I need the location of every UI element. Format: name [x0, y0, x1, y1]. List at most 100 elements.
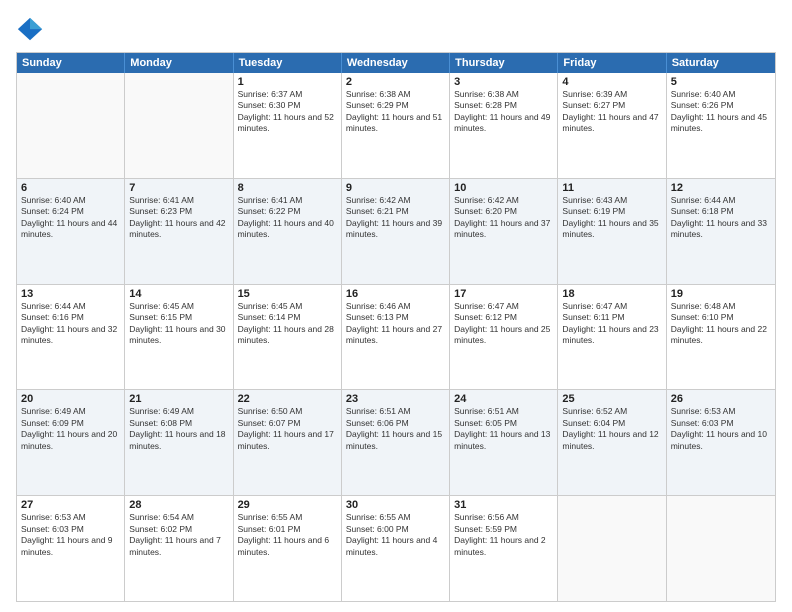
cal-cell: 20Sunrise: 6:49 AMSunset: 6:09 PMDayligh…: [17, 390, 125, 495]
cal-cell: 3Sunrise: 6:38 AMSunset: 6:28 PMDaylight…: [450, 73, 558, 178]
cal-cell: 25Sunrise: 6:52 AMSunset: 6:04 PMDayligh…: [558, 390, 666, 495]
cal-header-day: Monday: [125, 53, 233, 73]
cal-cell: [558, 496, 666, 601]
day-number: 8: [238, 182, 337, 194]
cell-detail: Sunrise: 6:45 AMSunset: 6:15 PMDaylight:…: [129, 301, 228, 347]
cell-detail: Sunrise: 6:42 AMSunset: 6:20 PMDaylight:…: [454, 195, 553, 241]
cell-detail: Sunrise: 6:52 AMSunset: 6:04 PMDaylight:…: [562, 406, 661, 452]
cal-cell: 22Sunrise: 6:50 AMSunset: 6:07 PMDayligh…: [234, 390, 342, 495]
cell-detail: Sunrise: 6:49 AMSunset: 6:08 PMDaylight:…: [129, 406, 228, 452]
day-number: 30: [346, 499, 445, 511]
cal-cell: 14Sunrise: 6:45 AMSunset: 6:15 PMDayligh…: [125, 285, 233, 390]
cal-row: 20Sunrise: 6:49 AMSunset: 6:09 PMDayligh…: [17, 389, 775, 495]
day-number: 17: [454, 288, 553, 300]
cal-cell: 15Sunrise: 6:45 AMSunset: 6:14 PMDayligh…: [234, 285, 342, 390]
cell-detail: Sunrise: 6:51 AMSunset: 6:06 PMDaylight:…: [346, 406, 445, 452]
day-number: 5: [671, 76, 771, 88]
cal-cell: [125, 73, 233, 178]
cell-detail: Sunrise: 6:55 AMSunset: 6:00 PMDaylight:…: [346, 512, 445, 558]
cell-detail: Sunrise: 6:38 AMSunset: 6:29 PMDaylight:…: [346, 89, 445, 135]
day-number: 24: [454, 393, 553, 405]
day-number: 4: [562, 76, 661, 88]
cal-cell: 31Sunrise: 6:56 AMSunset: 5:59 PMDayligh…: [450, 496, 558, 601]
cal-header-day: Friday: [558, 53, 666, 73]
page: SundayMondayTuesdayWednesdayThursdayFrid…: [0, 0, 792, 612]
cal-header-day: Thursday: [450, 53, 558, 73]
day-number: 31: [454, 499, 553, 511]
header: [16, 16, 776, 44]
cal-cell: 8Sunrise: 6:41 AMSunset: 6:22 PMDaylight…: [234, 179, 342, 284]
cal-cell: [667, 496, 775, 601]
cal-row: 27Sunrise: 6:53 AMSunset: 6:03 PMDayligh…: [17, 495, 775, 601]
day-number: 28: [129, 499, 228, 511]
cal-cell: 13Sunrise: 6:44 AMSunset: 6:16 PMDayligh…: [17, 285, 125, 390]
cell-detail: Sunrise: 6:53 AMSunset: 6:03 PMDaylight:…: [21, 512, 120, 558]
cell-detail: Sunrise: 6:38 AMSunset: 6:28 PMDaylight:…: [454, 89, 553, 135]
calendar: SundayMondayTuesdayWednesdayThursdayFrid…: [16, 52, 776, 602]
day-number: 13: [21, 288, 120, 300]
cal-cell: 23Sunrise: 6:51 AMSunset: 6:06 PMDayligh…: [342, 390, 450, 495]
cal-cell: 2Sunrise: 6:38 AMSunset: 6:29 PMDaylight…: [342, 73, 450, 178]
cal-cell: 1Sunrise: 6:37 AMSunset: 6:30 PMDaylight…: [234, 73, 342, 178]
cell-detail: Sunrise: 6:40 AMSunset: 6:26 PMDaylight:…: [671, 89, 771, 135]
cal-cell: 19Sunrise: 6:48 AMSunset: 6:10 PMDayligh…: [667, 285, 775, 390]
cal-cell: 17Sunrise: 6:47 AMSunset: 6:12 PMDayligh…: [450, 285, 558, 390]
cell-detail: Sunrise: 6:47 AMSunset: 6:12 PMDaylight:…: [454, 301, 553, 347]
cal-cell: 21Sunrise: 6:49 AMSunset: 6:08 PMDayligh…: [125, 390, 233, 495]
day-number: 25: [562, 393, 661, 405]
day-number: 10: [454, 182, 553, 194]
cell-detail: Sunrise: 6:41 AMSunset: 6:22 PMDaylight:…: [238, 195, 337, 241]
cal-cell: [17, 73, 125, 178]
cal-cell: 29Sunrise: 6:55 AMSunset: 6:01 PMDayligh…: [234, 496, 342, 601]
cell-detail: Sunrise: 6:42 AMSunset: 6:21 PMDaylight:…: [346, 195, 445, 241]
calendar-body: 1Sunrise: 6:37 AMSunset: 6:30 PMDaylight…: [17, 73, 775, 601]
day-number: 26: [671, 393, 771, 405]
cell-detail: Sunrise: 6:51 AMSunset: 6:05 PMDaylight:…: [454, 406, 553, 452]
cal-cell: 18Sunrise: 6:47 AMSunset: 6:11 PMDayligh…: [558, 285, 666, 390]
cell-detail: Sunrise: 6:40 AMSunset: 6:24 PMDaylight:…: [21, 195, 120, 241]
day-number: 1: [238, 76, 337, 88]
day-number: 22: [238, 393, 337, 405]
cell-detail: Sunrise: 6:41 AMSunset: 6:23 PMDaylight:…: [129, 195, 228, 241]
cal-row: 1Sunrise: 6:37 AMSunset: 6:30 PMDaylight…: [17, 73, 775, 178]
day-number: 14: [129, 288, 228, 300]
day-number: 18: [562, 288, 661, 300]
day-number: 23: [346, 393, 445, 405]
cal-cell: 30Sunrise: 6:55 AMSunset: 6:00 PMDayligh…: [342, 496, 450, 601]
cal-cell: 5Sunrise: 6:40 AMSunset: 6:26 PMDaylight…: [667, 73, 775, 178]
cell-detail: Sunrise: 6:55 AMSunset: 6:01 PMDaylight:…: [238, 512, 337, 558]
day-number: 29: [238, 499, 337, 511]
day-number: 12: [671, 182, 771, 194]
cal-header-day: Sunday: [17, 53, 125, 73]
logo: [16, 16, 48, 44]
day-number: 7: [129, 182, 228, 194]
cell-detail: Sunrise: 6:45 AMSunset: 6:14 PMDaylight:…: [238, 301, 337, 347]
cell-detail: Sunrise: 6:46 AMSunset: 6:13 PMDaylight:…: [346, 301, 445, 347]
cal-cell: 12Sunrise: 6:44 AMSunset: 6:18 PMDayligh…: [667, 179, 775, 284]
cell-detail: Sunrise: 6:43 AMSunset: 6:19 PMDaylight:…: [562, 195, 661, 241]
cell-detail: Sunrise: 6:37 AMSunset: 6:30 PMDaylight:…: [238, 89, 337, 135]
logo-icon: [16, 16, 44, 44]
cal-cell: 16Sunrise: 6:46 AMSunset: 6:13 PMDayligh…: [342, 285, 450, 390]
day-number: 2: [346, 76, 445, 88]
cal-cell: 11Sunrise: 6:43 AMSunset: 6:19 PMDayligh…: [558, 179, 666, 284]
cal-cell: 4Sunrise: 6:39 AMSunset: 6:27 PMDaylight…: [558, 73, 666, 178]
cal-cell: 10Sunrise: 6:42 AMSunset: 6:20 PMDayligh…: [450, 179, 558, 284]
cell-detail: Sunrise: 6:44 AMSunset: 6:16 PMDaylight:…: [21, 301, 120, 347]
day-number: 27: [21, 499, 120, 511]
cell-detail: Sunrise: 6:53 AMSunset: 6:03 PMDaylight:…: [671, 406, 771, 452]
cal-cell: 26Sunrise: 6:53 AMSunset: 6:03 PMDayligh…: [667, 390, 775, 495]
cal-cell: 7Sunrise: 6:41 AMSunset: 6:23 PMDaylight…: [125, 179, 233, 284]
cell-detail: Sunrise: 6:47 AMSunset: 6:11 PMDaylight:…: [562, 301, 661, 347]
cell-detail: Sunrise: 6:54 AMSunset: 6:02 PMDaylight:…: [129, 512, 228, 558]
cal-cell: 24Sunrise: 6:51 AMSunset: 6:05 PMDayligh…: [450, 390, 558, 495]
cal-cell: 27Sunrise: 6:53 AMSunset: 6:03 PMDayligh…: [17, 496, 125, 601]
day-number: 16: [346, 288, 445, 300]
cell-detail: Sunrise: 6:49 AMSunset: 6:09 PMDaylight:…: [21, 406, 120, 452]
cell-detail: Sunrise: 6:48 AMSunset: 6:10 PMDaylight:…: [671, 301, 771, 347]
day-number: 15: [238, 288, 337, 300]
day-number: 9: [346, 182, 445, 194]
cal-row: 6Sunrise: 6:40 AMSunset: 6:24 PMDaylight…: [17, 178, 775, 284]
cell-detail: Sunrise: 6:56 AMSunset: 5:59 PMDaylight:…: [454, 512, 553, 558]
cal-cell: 6Sunrise: 6:40 AMSunset: 6:24 PMDaylight…: [17, 179, 125, 284]
